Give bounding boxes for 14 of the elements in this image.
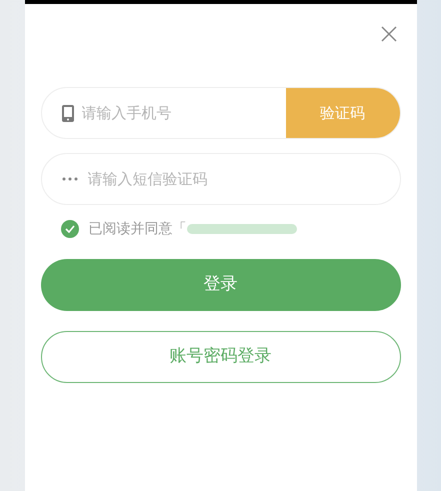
check-icon	[64, 225, 74, 233]
phone-input[interactable]: 请输入手机号	[82, 88, 286, 138]
verification-code-button[interactable]: 验证码	[286, 88, 400, 138]
close-button[interactable]	[378, 24, 398, 44]
agreement-checkbox[interactable]	[60, 220, 78, 238]
close-icon	[380, 26, 396, 42]
dots-icon	[62, 177, 78, 181]
phone-field[interactable]: 请输入手机号 验证码	[40, 87, 400, 139]
sms-code-input[interactable]: 请输入短信验证码	[88, 154, 380, 204]
login-button[interactable]: 登录	[40, 259, 400, 311]
password-login-button[interactable]: 账号密码登录	[40, 331, 400, 383]
agreement-text: 已阅读并同意「	[88, 220, 186, 238]
sms-code-field[interactable]: 请输入短信验证码	[40, 153, 400, 205]
phone-icon	[62, 104, 74, 122]
